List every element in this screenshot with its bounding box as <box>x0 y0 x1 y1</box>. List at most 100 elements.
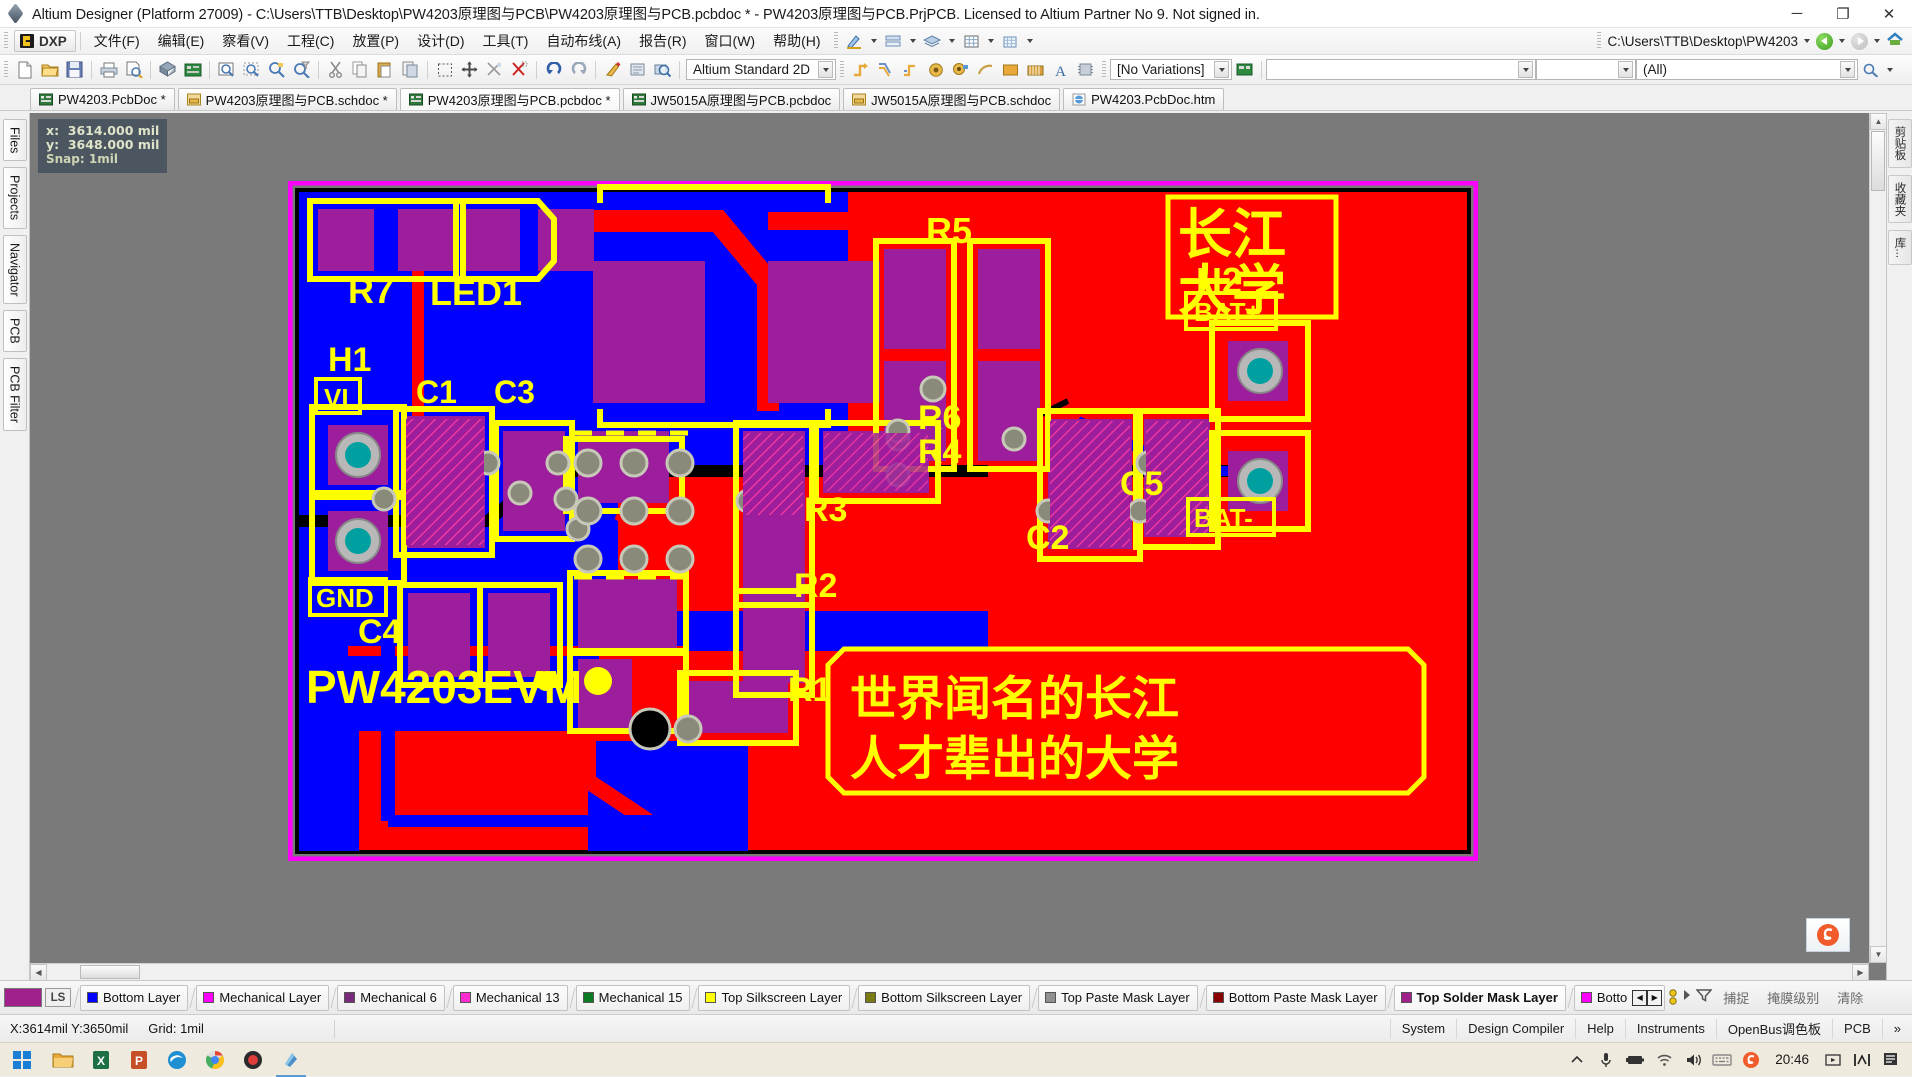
scroll-left-arrow[interactable]: ◀ <box>30 964 47 980</box>
layer-scroll-buttons[interactable]: ◀ ▶ <box>1632 990 1662 1006</box>
place-polygon-icon[interactable] <box>1023 58 1048 82</box>
pcb-board-icon[interactable] <box>180 58 205 82</box>
panel-tab-projects[interactable]: Projects <box>3 167 27 228</box>
scroll-right-arrow[interactable]: ▶ <box>1852 964 1869 980</box>
multi-route-icon[interactable] <box>898 58 923 82</box>
status-btn-instruments[interactable]: Instruments <box>1626 1019 1717 1039</box>
zoom-document-icon[interactable] <box>214 58 239 82</box>
toolbar-grip-2[interactable] <box>840 61 844 79</box>
ime-keyboard-icon[interactable] <box>1709 1045 1735 1075</box>
3d-view-icon[interactable] <box>155 58 180 82</box>
speaker-icon[interactable] <box>1680 1045 1706 1075</box>
menu-project[interactable]: 工程(C) <box>278 28 343 54</box>
place-arc-icon[interactable] <box>973 58 998 82</box>
all-filter-combo[interactable]: (All) <box>1636 59 1858 80</box>
diff-pair-route-icon[interactable] <box>873 58 898 82</box>
back-icon[interactable] <box>1816 33 1833 50</box>
panel-tab-files[interactable]: Files <box>3 119 27 161</box>
layer-tab-mechanical-6[interactable]: Mechanical 6 <box>337 985 445 1011</box>
battery-icon[interactable] <box>1622 1045 1648 1075</box>
microphone-icon[interactable] <box>1593 1045 1619 1075</box>
menu-place[interactable]: 放置(P) <box>343 28 408 54</box>
status-btn-design-compiler[interactable]: Design Compiler <box>1457 1019 1576 1039</box>
open-folder-icon[interactable] <box>37 58 62 82</box>
chrome-icon[interactable] <box>196 1043 234 1077</box>
place-component-icon[interactable] <box>1073 58 1098 82</box>
path-grip[interactable] <box>1597 32 1601 50</box>
grid-settings-icon[interactable] <box>998 29 1023 53</box>
folder-explorer-icon[interactable] <box>44 1043 82 1077</box>
layer-scroll-left-icon[interactable]: ◀ <box>1632 990 1647 1006</box>
undo-icon[interactable] <box>541 58 566 82</box>
chevron-down-icon-3[interactable] <box>949 39 955 43</box>
layer-tab-bottom-paste-mask[interactable]: Bottom Paste Mask Layer <box>1206 985 1386 1011</box>
layer-tab-bottom-layer[interactable]: Bottom Layer <box>80 985 188 1011</box>
print-icon[interactable] <box>96 58 121 82</box>
rule-filter-chevron-icon[interactable] <box>1518 61 1533 78</box>
menu-file[interactable]: 文件(F) <box>85 28 149 54</box>
forward-chevron-icon[interactable] <box>1874 39 1880 43</box>
save-icon[interactable] <box>62 58 87 82</box>
redo-icon[interactable] <box>566 58 591 82</box>
doc-tab-jw5015a-schdoc[interactable]: JW5015A原理图与PCB.schdoc <box>843 88 1060 110</box>
move-icon[interactable] <box>457 58 482 82</box>
cross-probe-icon[interactable] <box>600 58 625 82</box>
place-pad-icon[interactable] <box>923 58 948 82</box>
clear-button[interactable]: 清除 <box>1828 988 1872 1007</box>
vscroll-thumb[interactable] <box>1871 131 1885 191</box>
filter-chevron-down-icon[interactable] <box>1887 68 1893 72</box>
toolbar-grip-3[interactable] <box>1102 61 1106 79</box>
status-btn-overflow[interactable]: » <box>1883 1019 1912 1039</box>
menu-edit[interactable]: 编辑(E) <box>149 28 214 54</box>
layer-tab-top-silkscreen[interactable]: Top Silkscreen Layer <box>698 985 850 1011</box>
magnify-board-icon[interactable] <box>650 58 675 82</box>
panel-tab-pcb-filter[interactable]: PCB Filter <box>3 358 27 431</box>
toolbar-grip-1[interactable] <box>834 32 838 50</box>
apply-filter-icon[interactable] <box>1858 58 1883 82</box>
variations-combo[interactable]: [No Variations] <box>1110 59 1232 80</box>
paste-icon[interactable] <box>373 58 398 82</box>
menu-tools[interactable]: 工具(T) <box>474 28 538 54</box>
scroll-down-arrow[interactable]: ▼ <box>1870 946 1886 963</box>
windows-start-icon[interactable] <box>0 1043 44 1077</box>
status-btn-system[interactable]: System <box>1390 1019 1457 1039</box>
layer-scroll-right-icon[interactable]: ▶ <box>1647 990 1662 1006</box>
extra-filter-chevron-icon[interactable] <box>1618 61 1633 78</box>
panel-tab-navigator[interactable]: Navigator <box>3 235 27 305</box>
close-button[interactable]: ✕ <box>1866 0 1912 28</box>
panel-tab-favorites[interactable]: 收藏夹 <box>1888 175 1912 224</box>
layer-visibility-icon[interactable] <box>1666 988 1682 1008</box>
layer-tab-bottom-silkscreen[interactable]: Bottom Silkscreen Layer <box>858 985 1030 1011</box>
pcb-board-artwork[interactable]: R7 LED1 H1 C1 C3 R5 H2 R6 R4 C5 C2 R3 C4… <box>288 181 1478 861</box>
layer-tab-top-solder-mask[interactable]: Top Solder Mask Layer <box>1394 985 1566 1011</box>
horizontal-scrollbar[interactable]: ◀ ▶ <box>30 963 1869 980</box>
select-area-icon[interactable] <box>432 58 457 82</box>
menu-window[interactable]: 窗口(W) <box>696 28 765 54</box>
minimize-button[interactable]: ─ <box>1774 0 1820 28</box>
copy-icon[interactable] <box>348 58 373 82</box>
chevron-down-icon-5[interactable] <box>1027 39 1033 43</box>
layer-filter-icon[interactable] <box>1696 988 1714 1008</box>
browse-components-icon[interactable] <box>625 58 650 82</box>
grid-icon[interactable] <box>959 29 984 53</box>
panel-tab-pcb[interactable]: PCB <box>3 310 27 352</box>
hscroll-thumb[interactable] <box>80 965 140 979</box>
deselect-icon[interactable] <box>482 58 507 82</box>
status-btn-help[interactable]: Help <box>1576 1019 1626 1039</box>
snap-button[interactable]: 捕捉 <box>1714 988 1758 1007</box>
layer-tab-bottom-solder-mask[interactable]: Botto ◀ ▶ <box>1574 985 1665 1011</box>
chevron-down-icon[interactable] <box>871 39 877 43</box>
menu-view[interactable]: 察看(V) <box>213 28 278 54</box>
variations-chevron-icon[interactable] <box>1214 61 1229 78</box>
menu-report[interactable]: 报告(R) <box>630 28 695 54</box>
rule-filter-combo[interactable] <box>1266 59 1536 80</box>
zoom-selected-icon[interactable] <box>264 58 289 82</box>
layers-stack-icon[interactable] <box>920 29 945 53</box>
place-string-icon[interactable]: A <box>1048 58 1073 82</box>
sogou-icon[interactable] <box>1738 1045 1764 1075</box>
zoom-area-icon[interactable] <box>239 58 264 82</box>
chevron-up-icon[interactable] <box>1564 1045 1590 1075</box>
record-icon[interactable] <box>234 1043 272 1077</box>
excel-icon[interactable]: X <box>82 1043 120 1077</box>
monitor-icon[interactable] <box>1849 1045 1875 1075</box>
